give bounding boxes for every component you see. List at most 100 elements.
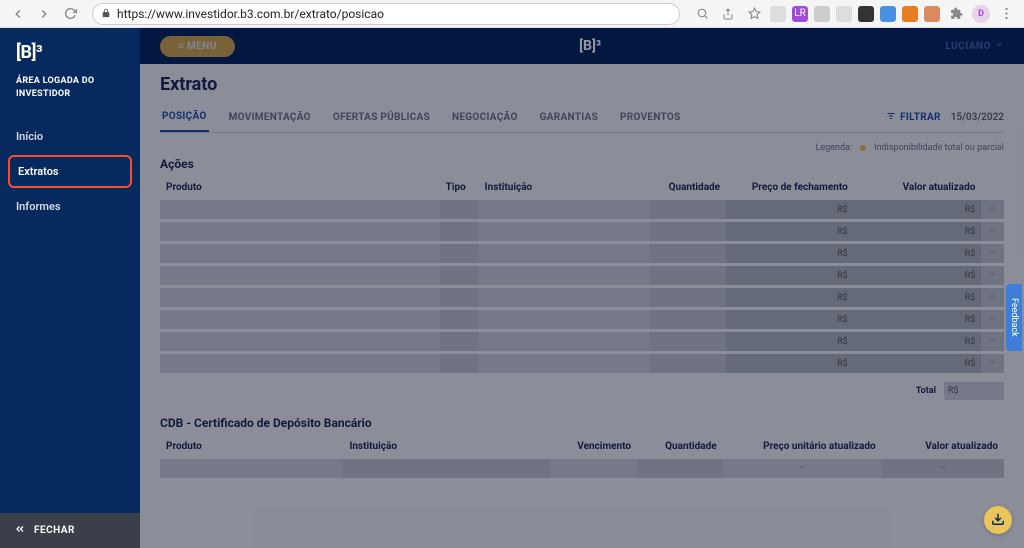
col-quantidade: Quantidade bbox=[637, 437, 723, 456]
table-row: R$R$– bbox=[160, 310, 1004, 329]
cdb-table: Produto Instituição Vencimento Quantidad… bbox=[160, 434, 1004, 481]
cell-preco: – bbox=[723, 459, 882, 478]
table-row: R$R$– bbox=[160, 200, 1004, 219]
acoes-table: Produto Tipo Instituição Quantidade Preç… bbox=[160, 175, 1004, 376]
legend-text: Indisponibilidade total ou parcial bbox=[874, 143, 1004, 153]
cell-preco: R$ bbox=[726, 222, 854, 241]
cell-valor: R$ bbox=[854, 354, 982, 373]
tab-proventos[interactable]: PROVENTOS bbox=[618, 104, 683, 131]
reload-button[interactable] bbox=[60, 4, 80, 24]
feedback-button[interactable]: Feedback bbox=[1006, 284, 1022, 351]
section-title-acoes: Ações bbox=[160, 157, 1004, 171]
ext-icon-8[interactable] bbox=[924, 6, 940, 22]
col-produto: Produto bbox=[160, 178, 440, 197]
back-button[interactable] bbox=[8, 4, 28, 24]
filter-button[interactable]: FILTRAR bbox=[886, 111, 941, 124]
table-row: R$R$– bbox=[160, 244, 1004, 263]
col-preco: Preço unitário atualizado bbox=[723, 437, 882, 456]
cell-valor: R$ bbox=[854, 310, 982, 329]
share-icon[interactable] bbox=[718, 4, 738, 24]
cell-dash: – bbox=[981, 354, 1004, 373]
col-instituicao: Instituição bbox=[343, 437, 551, 456]
ext-icon-6[interactable] bbox=[880, 6, 896, 22]
page-title: Extrato bbox=[160, 74, 1004, 95]
cell-quantidade bbox=[649, 288, 726, 307]
col-tipo: Tipo bbox=[440, 178, 479, 197]
col-quantidade: Quantidade bbox=[649, 178, 726, 197]
download-fab[interactable] bbox=[984, 506, 1012, 534]
menu-button[interactable]: ≡ MENU bbox=[160, 36, 235, 57]
cell-instituicao bbox=[343, 459, 551, 478]
col-valor: Valor atualizado bbox=[882, 437, 1004, 456]
cell-instituicao bbox=[479, 332, 649, 351]
sidebar: [B]³ ÁREA LOGADA DO INVESTIDOR Início Ex… bbox=[0, 28, 140, 548]
sidebar-item-informes[interactable]: Informes bbox=[0, 190, 140, 223]
cell-dash: – bbox=[981, 200, 1004, 219]
cell-quantidade bbox=[649, 310, 726, 329]
browser-toolbar: https://www.investidor.b3.com.br/extrato… bbox=[0, 0, 1024, 28]
cell-preco: R$ bbox=[726, 288, 854, 307]
cell-quantidade bbox=[649, 332, 726, 351]
tab-movimentacao[interactable]: MOVIMENTAÇÃO bbox=[227, 104, 313, 131]
tabs: POSIÇÃO MOVIMENTAÇÃO OFERTAS PÚBLICAS NE… bbox=[160, 103, 1004, 133]
more-icon[interactable] bbox=[996, 4, 1016, 24]
user-name-label: LUCIANO bbox=[945, 41, 991, 52]
cell-preco: R$ bbox=[726, 266, 854, 285]
sidebar-item-extratos[interactable]: Extratos bbox=[8, 155, 132, 188]
table-header-row: Produto Instituição Vencimento Quantidad… bbox=[160, 437, 1004, 456]
profile-avatar[interactable]: D bbox=[972, 5, 990, 23]
cell-quantidade bbox=[649, 200, 726, 219]
main-area: ≡ MENU [B]³ LUCIANO Extrato POSIÇÃO MOVI… bbox=[140, 28, 1024, 548]
content-area: Extrato POSIÇÃO MOVIMENTAÇÃO OFERTAS PÚB… bbox=[140, 64, 1024, 548]
ext-icon-2[interactable]: LR bbox=[792, 6, 808, 22]
cell-dash: – bbox=[981, 222, 1004, 241]
ext-icon-3[interactable] bbox=[814, 6, 830, 22]
tab-garantias[interactable]: GARANTIAS bbox=[538, 104, 600, 131]
legend: Legenda: Indisponibilidade total ou parc… bbox=[160, 143, 1004, 153]
cell-valor: R$ bbox=[854, 244, 982, 263]
tab-negociacao[interactable]: NEGOCIAÇÃO bbox=[450, 104, 520, 131]
col-instituicao: Instituição bbox=[479, 178, 649, 197]
cell-dash: – bbox=[981, 310, 1004, 329]
sidebar-close-button[interactable]: FECHAR bbox=[0, 513, 140, 548]
sidebar-item-inicio[interactable]: Início bbox=[0, 120, 140, 153]
cell-preco: R$ bbox=[726, 200, 854, 219]
cell-valor: – bbox=[882, 459, 1004, 478]
download-icon bbox=[991, 511, 1005, 530]
puzzle-icon[interactable] bbox=[946, 4, 966, 24]
star-icon[interactable] bbox=[744, 4, 764, 24]
url-bar[interactable]: https://www.investidor.b3.com.br/extrato… bbox=[92, 3, 680, 25]
cell-dash: – bbox=[981, 332, 1004, 351]
zoom-icon[interactable] bbox=[692, 4, 712, 24]
user-menu[interactable]: LUCIANO bbox=[945, 40, 1004, 52]
chevron-left-icon bbox=[14, 523, 26, 538]
cell-tipo bbox=[440, 222, 479, 241]
section-title-cdb: CDB - Certificado de Depósito Bancário bbox=[160, 416, 1004, 430]
filter-icon bbox=[886, 111, 896, 124]
ext-icon-5[interactable] bbox=[858, 6, 874, 22]
cell-quantidade bbox=[649, 354, 726, 373]
chevron-down-icon bbox=[995, 40, 1004, 52]
ext-icon-7[interactable] bbox=[902, 6, 918, 22]
cell-vencimento bbox=[551, 459, 637, 478]
browser-extensions: LR D bbox=[692, 4, 1016, 24]
cell-valor: R$ bbox=[854, 200, 982, 219]
tab-posicao[interactable]: POSIÇÃO bbox=[160, 103, 209, 132]
tab-ofertas[interactable]: OFERTAS PÚBLICAS bbox=[331, 104, 432, 131]
cell-quantidade bbox=[637, 459, 723, 478]
cell-valor: R$ bbox=[854, 222, 982, 241]
cell-tipo bbox=[440, 288, 479, 307]
lock-icon bbox=[101, 7, 111, 21]
forward-button[interactable] bbox=[34, 4, 54, 24]
cell-tipo bbox=[440, 332, 479, 351]
ext-icon-4[interactable] bbox=[836, 6, 852, 22]
cell-dash: – bbox=[981, 266, 1004, 285]
cell-preco: R$ bbox=[726, 332, 854, 351]
cell-quantidade bbox=[649, 244, 726, 263]
cell-valor: R$ bbox=[854, 288, 982, 307]
cell-tipo bbox=[440, 354, 479, 373]
total-value: R$ bbox=[944, 382, 1004, 400]
ext-icon-1[interactable] bbox=[770, 6, 786, 22]
cell-tipo bbox=[440, 266, 479, 285]
cell-valor: R$ bbox=[854, 332, 982, 351]
